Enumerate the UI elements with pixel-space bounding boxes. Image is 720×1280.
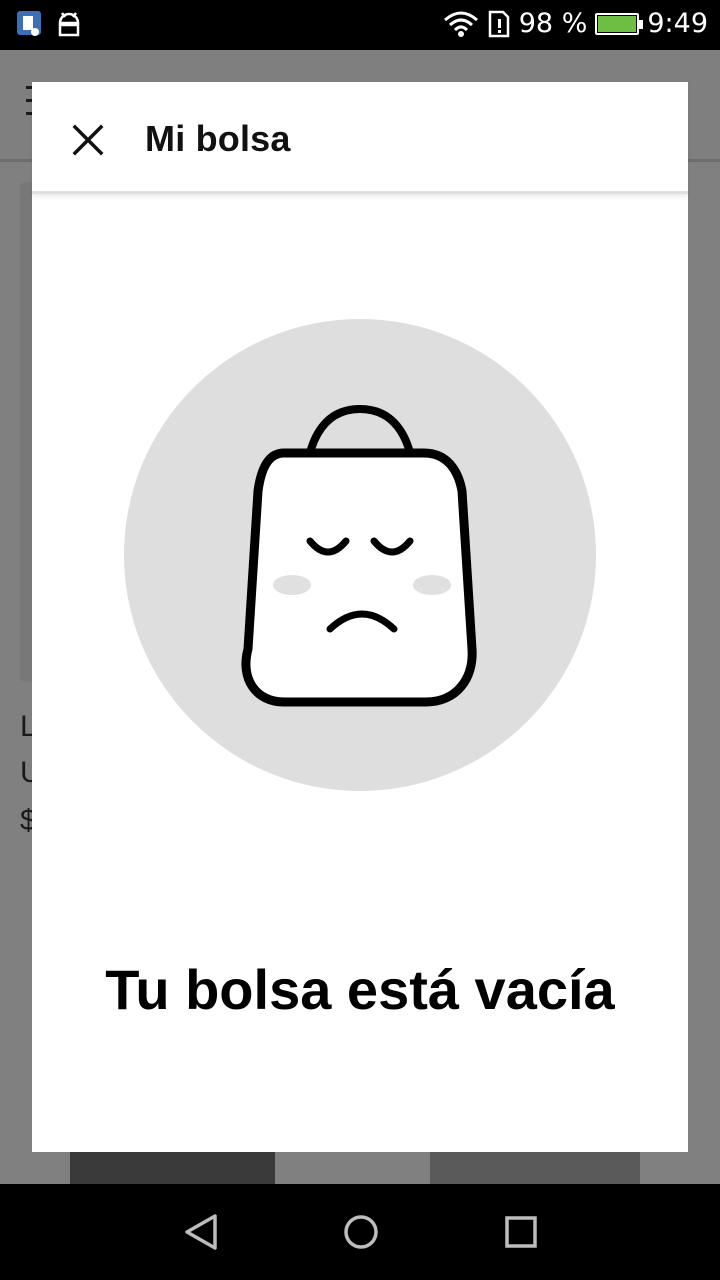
battery-charging-icon xyxy=(595,12,644,35)
android-debug-icon xyxy=(58,12,80,37)
back-icon[interactable] xyxy=(181,1212,221,1252)
home-icon[interactable] xyxy=(341,1212,381,1252)
left-cheek xyxy=(273,575,311,595)
sad-shopping-bag-icon xyxy=(124,319,596,791)
battery-percent: 98 % xyxy=(518,8,588,39)
navigation-bar xyxy=(0,1184,720,1280)
status-bar: 98 % 9:49 xyxy=(0,0,720,50)
dialog-header: Mi bolsa xyxy=(32,82,688,194)
close-icon[interactable] xyxy=(68,120,108,160)
sim-alert-icon xyxy=(488,10,509,37)
wifi-icon xyxy=(443,11,478,37)
clock: 9:49 xyxy=(647,8,708,39)
recents-icon[interactable] xyxy=(501,1212,541,1252)
screenshot-notification-icon xyxy=(17,11,41,36)
dialog-title: Mi bolsa xyxy=(145,118,291,159)
right-cheek xyxy=(413,575,451,595)
bag-dialog: Mi bolsa Tu bolsa está vacía xyxy=(32,82,688,1152)
empty-bag-message: Tu bolsa está vacía xyxy=(105,958,615,1021)
